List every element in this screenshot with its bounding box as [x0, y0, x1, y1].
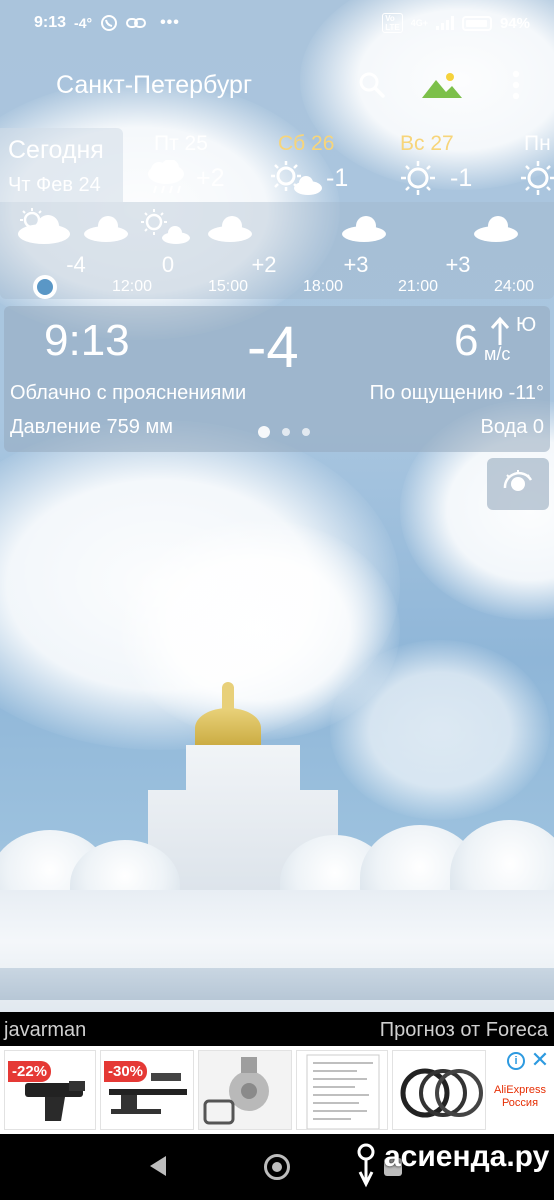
cathedral-cupola	[222, 682, 234, 710]
wind-direction: Ю	[516, 314, 537, 336]
cloud-icon	[474, 216, 518, 242]
landscape-icon[interactable]	[420, 70, 464, 100]
current-time-marker	[33, 275, 57, 299]
day-item[interactable]: Пн	[514, 122, 554, 202]
status-temp: -4°	[74, 15, 93, 31]
hourly-time: 15:00	[207, 278, 249, 295]
day-name: Пн	[524, 132, 551, 155]
back-icon[interactable]	[150, 1156, 166, 1176]
today-date: Чт Фев 24	[8, 174, 101, 196]
ad-info-icon[interactable]: i	[507, 1052, 525, 1070]
link-icon	[126, 18, 147, 28]
status-bar: 9:13 -4° ••• Vo LTE 4G+ 94%	[0, 0, 554, 46]
snow-ground	[0, 890, 554, 1020]
aliexpress-logo[interactable]: AliExpress Россия	[490, 1084, 550, 1110]
feels-like: По ощущению -11°	[369, 382, 544, 404]
ad-product[interactable]	[198, 1050, 292, 1130]
cloud-icon	[208, 216, 252, 242]
ad-product[interactable]: -22%	[4, 1050, 96, 1130]
day-temp: -1	[450, 164, 473, 192]
ad-close-icon[interactable]: ✕	[529, 1049, 551, 1072]
watermark-logo-icon	[357, 1143, 375, 1188]
piston-rings-image	[400, 1068, 483, 1118]
hourly-temp: -4	[66, 252, 86, 277]
more-notifications-icon: •••	[160, 14, 180, 31]
sun-moon-button[interactable]	[487, 458, 549, 510]
status-time: 9:13	[34, 14, 67, 31]
forecast-source[interactable]: Прогноз от Foreca	[380, 1019, 548, 1042]
hourly-time: 18:00	[302, 278, 344, 295]
weather-description: Облачно с прояснениями	[10, 382, 247, 404]
search-icon[interactable]	[357, 70, 387, 100]
day-today[interactable]: Сегодня Чт Фев 24	[0, 128, 123, 202]
hourly-temp: +3	[445, 252, 471, 277]
whatsapp-icon	[101, 15, 118, 31]
wind-unit: м/с	[484, 344, 511, 364]
watermark-text: асиенда.ру	[384, 1140, 550, 1173]
cathedral-dome	[195, 708, 261, 748]
network-type: 4G+	[410, 18, 428, 28]
hourly-time: 21:00	[397, 278, 439, 295]
sun-cloud-icon	[18, 208, 70, 244]
today-label: Сегодня	[8, 136, 104, 164]
current-time: 9:13	[44, 316, 130, 365]
sun-icon	[521, 161, 554, 195]
rain-cloud-icon	[148, 160, 184, 194]
photo-author[interactable]: javarman	[4, 1019, 86, 1042]
hourly-time: 12:00	[111, 278, 153, 295]
volte-icon: Vo LTE	[382, 13, 403, 33]
current-conditions-card[interactable]: 9:13 -4 6 Ю м/с Облачно с прояснениями П…	[4, 306, 550, 452]
hourly-temp: +3	[343, 252, 369, 277]
ad-product[interactable]	[392, 1050, 486, 1130]
day-item[interactable]: Пт 25 +2	[140, 122, 250, 202]
pressure: Давление 759 мм	[10, 416, 173, 438]
wind-speed: 6	[454, 316, 479, 365]
document-image	[306, 1054, 380, 1129]
frozen-river	[0, 968, 554, 1000]
day-item[interactable]: Сб 26 -1	[266, 122, 376, 202]
daily-forecast: Сегодня Чт Фев 24 Пт 25 +2 Сб 26 -1 Вс 2…	[0, 122, 554, 202]
sun-icon	[401, 161, 435, 195]
day-name: Сб 26	[278, 132, 335, 155]
home-icon[interactable]	[264, 1154, 290, 1180]
cloud-icon	[342, 216, 386, 242]
signal-icon	[435, 16, 454, 30]
hourly-temp: +2	[251, 252, 277, 277]
sun-cloud-icon	[141, 209, 190, 244]
cloud-icon	[84, 216, 128, 242]
wind-direction-arrow-icon	[490, 316, 510, 345]
discount-badge: -30%	[104, 1061, 148, 1082]
app-bar: Санкт-Петербург	[0, 58, 554, 114]
ad-product[interactable]	[296, 1050, 388, 1130]
more-options-icon[interactable]	[503, 68, 529, 102]
day-temp: -1	[326, 164, 349, 192]
day-temp: +2	[196, 164, 225, 192]
day-name: Вс 27	[400, 132, 454, 155]
hourly-time: 24:00	[493, 278, 535, 295]
battery-icon	[461, 15, 492, 31]
city-name[interactable]: Санкт-Петербург	[56, 71, 252, 100]
water-pump-image	[203, 1057, 269, 1125]
hourly-forecast[interactable]: -4 0 +2 +3 +3 12:00 15:00 18:00 21:00 24…	[0, 202, 554, 299]
day-name: Пт 25	[154, 132, 208, 155]
sun-cloud-icon	[271, 161, 322, 195]
cloud	[330, 640, 550, 820]
water-temp: Вода 0	[480, 416, 545, 438]
page-indicator	[258, 426, 310, 438]
ad-banner[interactable]: -22% -30% AliExpress Россия i ✕	[0, 1046, 554, 1134]
hourly-temp: 0	[161, 252, 175, 277]
day-item[interactable]: Вс 27 -1	[390, 122, 500, 202]
photo-credit-bar: javarman Прогноз от Foreca	[0, 1015, 554, 1045]
current-temp: -4	[247, 315, 299, 380]
sun-orbit-icon	[503, 470, 533, 491]
battery-level: 94%	[499, 14, 530, 32]
discount-badge: -22%	[8, 1061, 52, 1082]
ad-product[interactable]: -30%	[100, 1050, 194, 1130]
